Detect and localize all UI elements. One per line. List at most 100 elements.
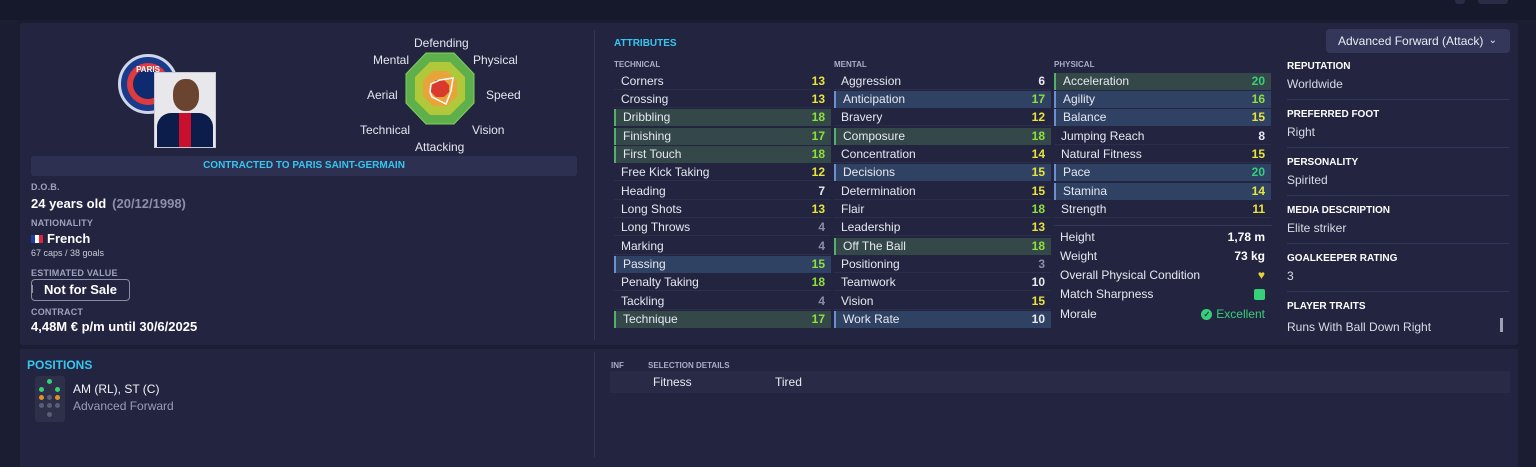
sharpness-row[interactable]: Match Sharpness bbox=[1060, 285, 1265, 304]
attr-value: 8 bbox=[1258, 129, 1265, 143]
attr-value: 20 bbox=[1251, 74, 1265, 88]
radar-label-mental: Mental bbox=[373, 53, 410, 67]
attr-value: 4 bbox=[818, 294, 825, 308]
attr-row-pace[interactable]: Pace 20 bbox=[1054, 164, 1271, 181]
divider bbox=[1054, 225, 1272, 226]
attr-row-jumping-reach[interactable]: Jumping Reach 8 bbox=[1054, 128, 1271, 145]
player-traits-label: PLAYER TRAITS bbox=[1287, 301, 1366, 312]
attr-row-heading[interactable]: Heading 7 bbox=[614, 183, 831, 200]
attr-name: Off The Ball bbox=[843, 239, 906, 253]
height-value: 1,78 m bbox=[1227, 230, 1265, 244]
attr-row-balance[interactable]: Balance 15 bbox=[1054, 109, 1271, 126]
age-text: 24 years old bbox=[31, 196, 107, 211]
player-traits-value: Runs With Ball Down Right bbox=[1287, 320, 1432, 334]
attr-name: Corners bbox=[621, 74, 664, 88]
attr-value: 15 bbox=[1251, 147, 1265, 161]
reputation-label: REPUTATION bbox=[1287, 61, 1351, 72]
attr-row-stamina[interactable]: Stamina 14 bbox=[1054, 183, 1271, 200]
attr-row-positioning[interactable]: Positioning 3 bbox=[834, 256, 1051, 273]
attr-row-decisions[interactable]: Decisions 15 bbox=[834, 164, 1051, 181]
contract-value: 4,48M € p/m until 30/6/2025 bbox=[31, 319, 198, 334]
nationality-text: French bbox=[47, 231, 91, 246]
attr-row-bravery[interactable]: Bravery 12 bbox=[834, 109, 1051, 126]
attr-row-work-rate[interactable]: Work Rate 10 bbox=[834, 311, 1051, 328]
contract-club-banner[interactable]: CONTRACTED TO PARIS SAINT-GERMAIN bbox=[31, 156, 577, 176]
attr-row-first-touch[interactable]: First Touch 18 bbox=[614, 146, 831, 163]
attr-row-long-shots[interactable]: Long Shots 13 bbox=[614, 201, 831, 218]
sharpness-icon bbox=[1254, 289, 1265, 300]
divider bbox=[1287, 291, 1509, 292]
attr-name: Free Kick Taking bbox=[621, 165, 710, 179]
attr-name: Decisions bbox=[843, 165, 896, 179]
attr-value: 4 bbox=[818, 220, 825, 234]
attr-row-acceleration[interactable]: Acceleration 20 bbox=[1054, 73, 1271, 90]
attr-row-flair[interactable]: Flair 18 bbox=[834, 201, 1051, 218]
attr-name: Finishing bbox=[623, 129, 672, 143]
attr-row-tackling[interactable]: Tackling 4 bbox=[614, 293, 831, 310]
attr-name: Technique bbox=[623, 312, 678, 326]
attr-row-finishing[interactable]: Finishing 17 bbox=[614, 128, 831, 145]
attr-row-long-throws[interactable]: Long Throws 4 bbox=[614, 219, 831, 236]
attr-row-off-the-ball[interactable]: Off The Ball 18 bbox=[834, 238, 1051, 255]
radar-label-vision: Vision bbox=[472, 123, 505, 137]
attr-row-free-kick-taking[interactable]: Free Kick Taking 12 bbox=[614, 164, 831, 181]
attr-name: Pace bbox=[1063, 165, 1091, 179]
attr-value: 14 bbox=[1251, 184, 1265, 198]
attr-value: 13 bbox=[811, 202, 825, 216]
attr-row-marking[interactable]: Marking 4 bbox=[614, 238, 831, 255]
attr-row-penalty-taking[interactable]: Penalty Taking 18 bbox=[614, 274, 831, 291]
attr-name: Stamina bbox=[1063, 184, 1108, 198]
attr-name: Long Throws bbox=[621, 220, 691, 234]
dob-value: (20/12/1998) bbox=[112, 196, 186, 211]
attr-name: Concentration bbox=[841, 147, 916, 161]
attr-value: 18 bbox=[1031, 239, 1045, 253]
position-pitch-icon[interactable] bbox=[35, 376, 65, 422]
attr-value: 3 bbox=[1038, 257, 1045, 271]
attr-row-agility[interactable]: Agility 16 bbox=[1054, 91, 1271, 108]
attr-name: Heading bbox=[621, 184, 666, 198]
positions-value: AM (RL), ST (C) bbox=[73, 382, 160, 396]
attr-row-technique[interactable]: Technique 17 bbox=[614, 311, 831, 328]
selection-details-header: SELECTION DETAILS bbox=[648, 361, 730, 370]
role-dropdown[interactable]: Advanced Forward (Attack) ⌄ bbox=[1326, 29, 1510, 53]
attr-row-natural-fitness[interactable]: Natural Fitness 15 bbox=[1054, 146, 1271, 163]
attr-row-aggression[interactable]: Aggression 6 bbox=[834, 73, 1051, 90]
attr-row-strength[interactable]: Strength 11 bbox=[1054, 201, 1271, 218]
attr-value: 15 bbox=[1031, 165, 1045, 179]
morale-label: Morale bbox=[1060, 307, 1097, 321]
france-flag-icon bbox=[31, 234, 43, 243]
attr-name: Anticipation bbox=[843, 92, 906, 106]
attr-row-dribbling[interactable]: Dribbling 18 bbox=[614, 109, 831, 126]
attr-row-concentration[interactable]: Concentration 14 bbox=[834, 146, 1051, 163]
nationality-value[interactable]: French bbox=[31, 231, 90, 246]
attr-row-anticipation[interactable]: Anticipation 17 bbox=[834, 91, 1051, 108]
scrollbar[interactable] bbox=[1500, 318, 1503, 332]
attr-value: 10 bbox=[1031, 275, 1045, 289]
attr-name: Tackling bbox=[621, 294, 665, 308]
attr-row-vision[interactable]: Vision 15 bbox=[834, 293, 1051, 310]
radar-label-technical: Technical bbox=[360, 123, 411, 137]
attr-row-determination[interactable]: Determination 15 bbox=[834, 183, 1051, 200]
attr-row-crossing[interactable]: Crossing 13 bbox=[614, 91, 831, 108]
physical-header: PHYSICAL bbox=[1054, 60, 1095, 69]
personality-value: Spirited bbox=[1287, 173, 1328, 187]
tab-stub bbox=[1478, 0, 1508, 4]
preferred-foot-label: PREFERRED FOOT bbox=[1287, 109, 1380, 120]
attr-row-leadership[interactable]: Leadership 13 bbox=[834, 219, 1051, 236]
attr-row-corners[interactable]: Corners 13 bbox=[614, 73, 831, 90]
condition-row[interactable]: Overall Physical Condition ♥ bbox=[1060, 266, 1265, 285]
morale-row[interactable]: Morale ✓ Excellent bbox=[1060, 305, 1265, 324]
attr-name: First Touch bbox=[623, 147, 682, 161]
nationality-label: NATIONALITY bbox=[31, 218, 94, 228]
attr-row-teamwork[interactable]: Teamwork 10 bbox=[834, 274, 1051, 291]
attr-name: Flair bbox=[841, 202, 865, 216]
attr-name: Crossing bbox=[621, 92, 669, 106]
selection-detail-row[interactable]: Fitness Tired bbox=[610, 371, 1510, 393]
estimated-value-text: Not for Sale bbox=[44, 282, 117, 297]
attr-row-composure[interactable]: Composure 18 bbox=[834, 128, 1051, 145]
estimated-value-badge[interactable]: Not for Sale bbox=[31, 279, 130, 301]
attr-row-passing[interactable]: Passing 15 bbox=[614, 256, 831, 273]
attr-name: Leadership bbox=[841, 220, 901, 234]
attr-name: Penalty Taking bbox=[621, 275, 699, 289]
attr-name: Composure bbox=[843, 129, 906, 143]
